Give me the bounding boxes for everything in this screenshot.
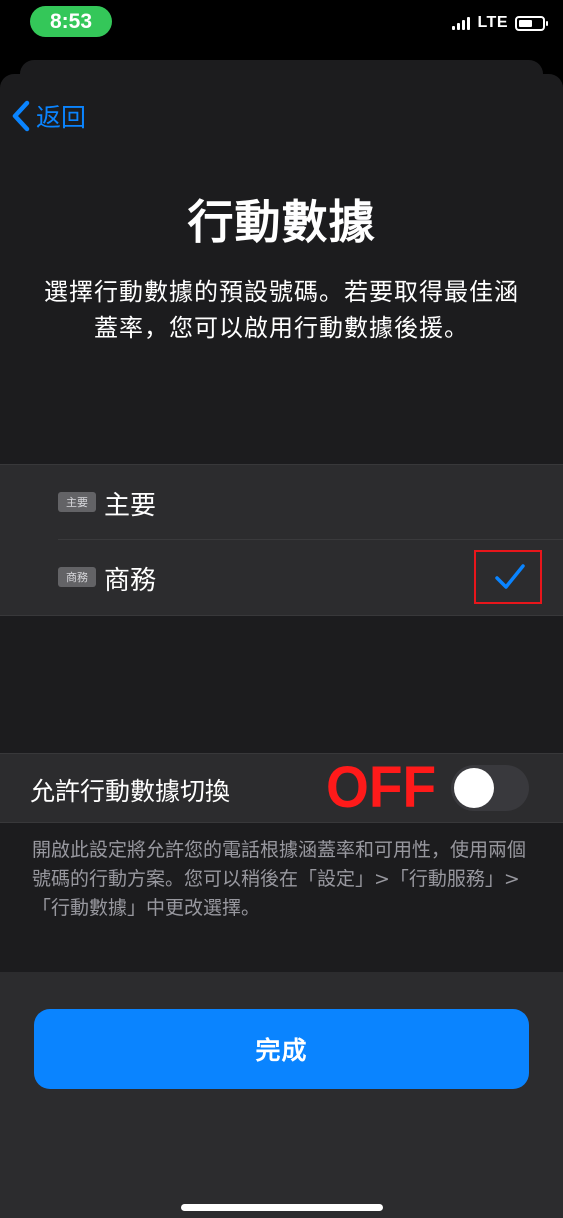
- annotation-off-label: OFF: [326, 755, 437, 820]
- cellular-signal-icon: [452, 16, 471, 30]
- line-badge: 商務: [58, 567, 96, 587]
- toggle-knob: [454, 768, 494, 808]
- home-indicator[interactable]: [181, 1204, 383, 1211]
- network-type-label: LTE: [477, 14, 508, 31]
- data-switching-toggle[interactable]: [451, 765, 529, 811]
- status-indicators: LTE: [452, 14, 548, 32]
- back-button[interactable]: 返回: [12, 98, 86, 134]
- line-badge: 主要: [58, 492, 96, 512]
- data-switching-description: 開啟此設定將允許您的電話根據涵蓋率和可用性，使用兩個號碼的行動方案。您可以稍後在…: [32, 839, 527, 919]
- chevron-left-icon: [12, 100, 30, 132]
- battery-icon: [515, 15, 548, 31]
- line-selection-list: 主要 主要 商務 商務: [0, 464, 563, 616]
- line-option-business[interactable]: 商務 商務: [0, 540, 563, 614]
- line-option-primary[interactable]: 主要 主要: [0, 465, 563, 539]
- data-switching-label: 允許行動數據切換: [30, 777, 231, 806]
- done-button[interactable]: 完成: [34, 1009, 529, 1089]
- line-label: 主要: [104, 491, 157, 521]
- line-label: 商務: [104, 566, 157, 596]
- checkmark-icon: [495, 564, 525, 589]
- page-title: 行動數據: [187, 195, 376, 249]
- back-label: 返回: [36, 103, 87, 132]
- data-switching-row: 允許行動數據切換 OFF: [0, 753, 563, 823]
- page-subtitle: 選擇行動數據的預設號碼。若要取得最佳涵蓋率，您可以啟用行動數據後援。: [44, 278, 519, 342]
- status-bar: 8:53 LTE: [0, 0, 563, 54]
- status-time[interactable]: 8:53: [30, 6, 112, 37]
